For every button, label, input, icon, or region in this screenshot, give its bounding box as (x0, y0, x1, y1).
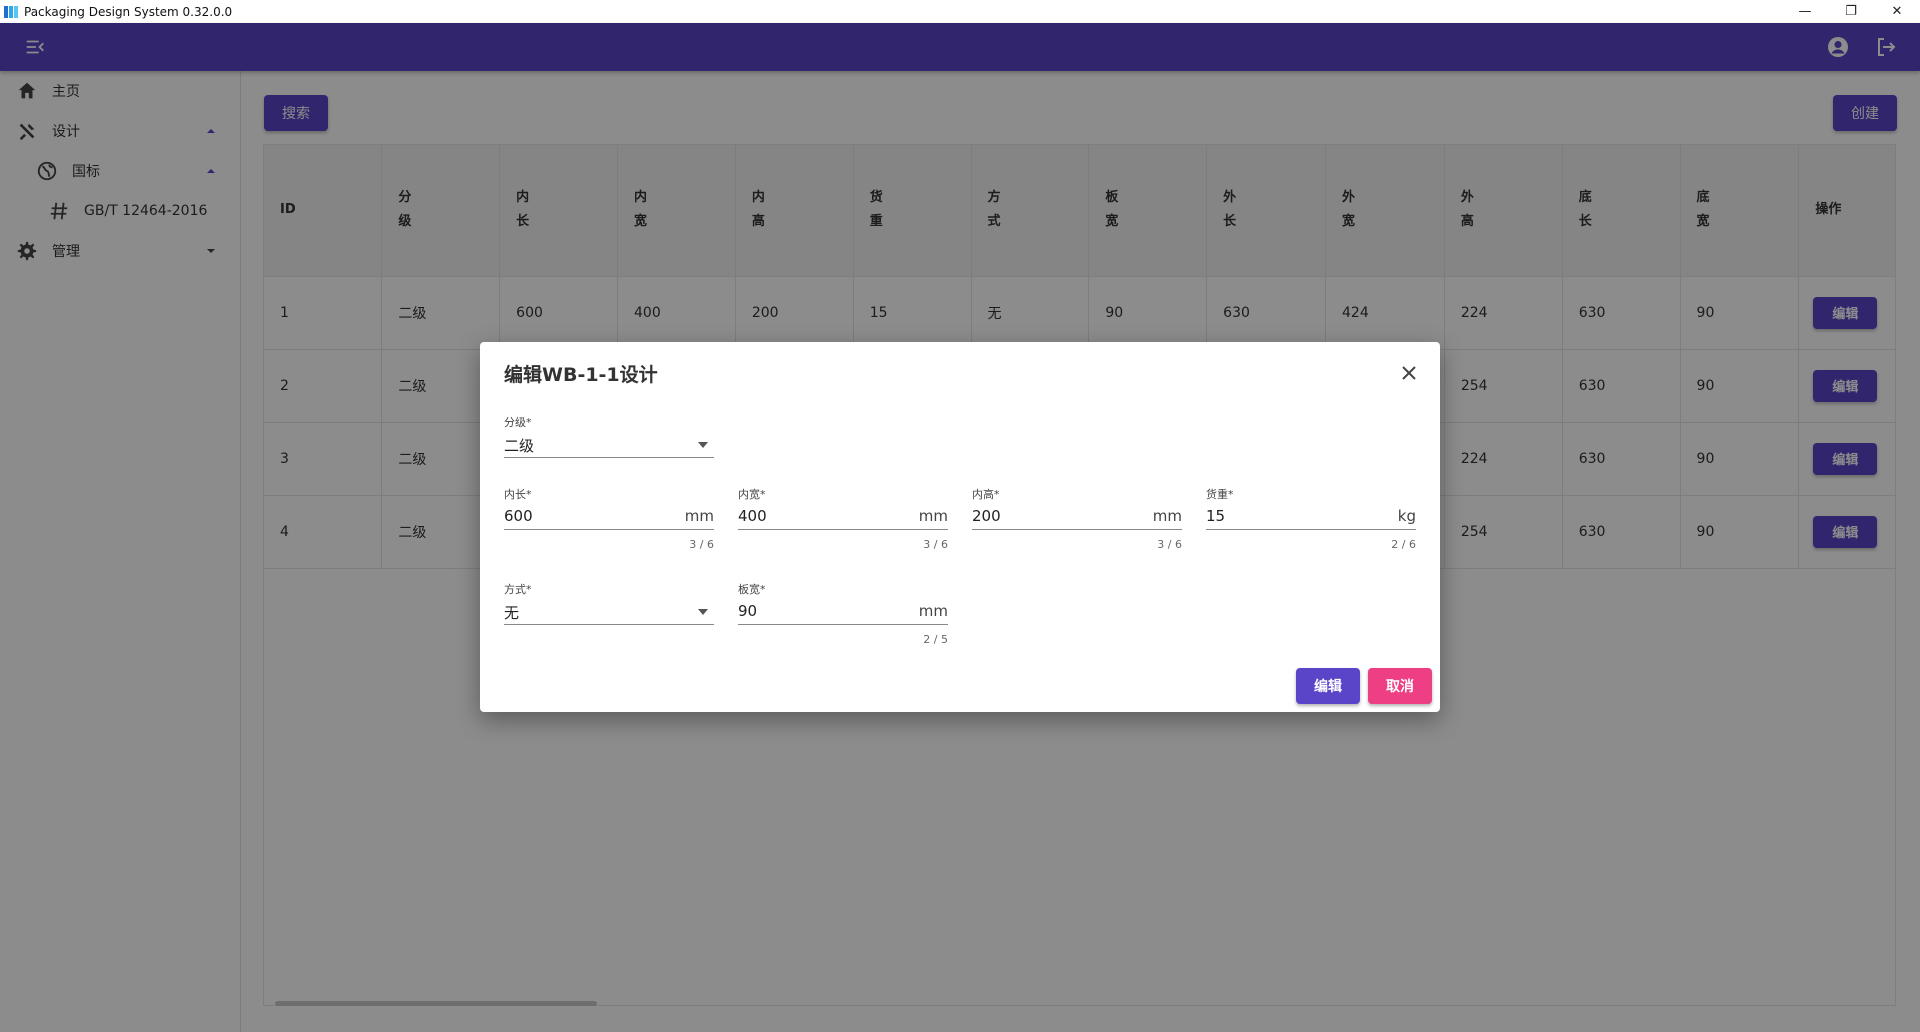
inner-height-label: 内高* (972, 488, 1000, 501)
dialog-title: 编辑WB-1-1设计 (504, 364, 658, 386)
cargo-weight-value[interactable]: 15 (1206, 507, 1225, 525)
close-icon[interactable] (1400, 364, 1418, 382)
inner-length-value[interactable]: 600 (504, 507, 533, 525)
edit-design-dialog: 编辑WB-1-1设计 分级* 二级 内长* 600 mm 3 / 6 内宽* 4… (480, 342, 1440, 712)
cargo-weight-label: 货重* (1206, 488, 1234, 501)
grade-value: 二级 (504, 437, 535, 455)
board-width-unit: mm (918, 602, 948, 620)
inner-height-counter: 3 / 6 (1157, 538, 1182, 551)
dropdown-arrow-icon[interactable] (698, 442, 708, 448)
inner-width-counter: 3 / 6 (923, 538, 948, 551)
cancel-button[interactable]: 取消 (1368, 668, 1432, 704)
window-titlebar: Packaging Design System 0.32.0.0 — ❐ ✕ (0, 0, 1920, 23)
method-label: 方式* (504, 583, 532, 596)
inner-height-value[interactable]: 200 (972, 507, 1001, 525)
window-title: Packaging Design System 0.32.0.0 (24, 4, 233, 19)
method-value: 无 (504, 604, 520, 622)
grade-label: 分级* (504, 416, 532, 429)
window-close-button[interactable]: ✕ (1874, 0, 1920, 23)
inner-width-value[interactable]: 400 (738, 507, 767, 525)
inner-width-label: 内宽* (738, 488, 766, 501)
inner-length-unit: mm (684, 507, 714, 525)
window-restore-button[interactable]: ❐ (1828, 0, 1874, 23)
cargo-weight-unit: kg (1397, 507, 1416, 525)
inner-length-label: 内长* (504, 488, 532, 501)
app-logo-icon (4, 5, 18, 18)
board-width-value[interactable]: 90 (738, 602, 757, 620)
board-width-label: 板宽* (738, 583, 766, 596)
inner-height-unit: mm (1152, 507, 1182, 525)
window-minimize-button[interactable]: — (1782, 0, 1828, 23)
board-width-counter: 2 / 5 (923, 633, 948, 646)
inner-width-unit: mm (918, 507, 948, 525)
confirm-edit-button[interactable]: 编辑 (1296, 668, 1360, 704)
dropdown-arrow-icon[interactable] (698, 609, 708, 615)
cargo-weight-counter: 2 / 6 (1391, 538, 1416, 551)
inner-length-counter: 3 / 6 (689, 538, 714, 551)
